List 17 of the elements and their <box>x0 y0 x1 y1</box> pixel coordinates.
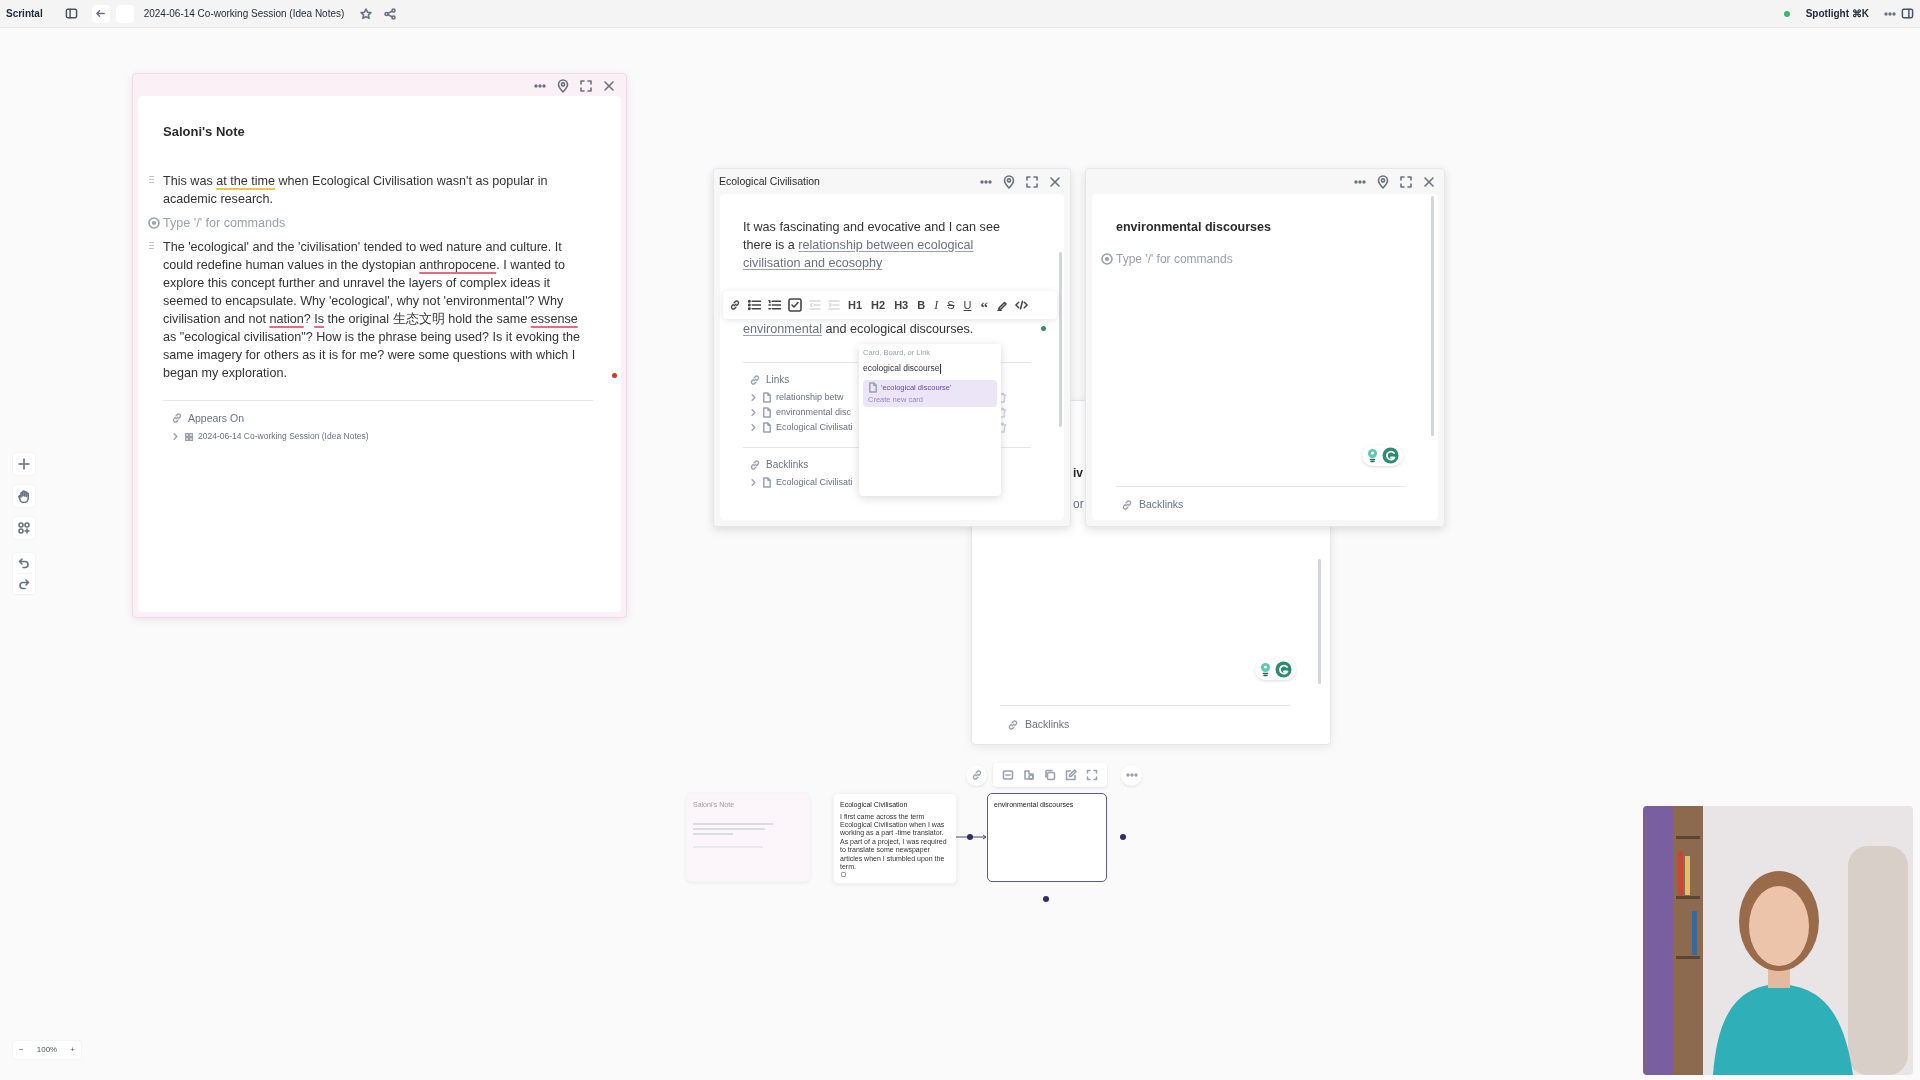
section-heading: Backlinks <box>766 458 809 472</box>
section-heading: Backlinks <box>1139 497 1184 513</box>
note-text: or <box>1073 496 1084 513</box>
note-paragraph: The 'ecological' and the 'civilisation' tended to wed nature and culture. It could redefine human values in the dystopian anthropocene. I wanted to explore this concept further and unravel the layers of complex ideas it seemed to encapsulate. Why 'ecological', why not 'environmental'? Why civilisation and not nation? Is the original 生态文明 hold the same essense as "ecological civilisation"? How is the phrase being used? Is it evoking the same imagery for others as it is for me? were some questions with which I began my exploration. <box>163 238 582 382</box>
board-title: 2024-06-14 Co-working Session (Idea Notes) <box>143 7 345 21</box>
section-heading: Appears On <box>188 410 245 426</box>
card-title: Saloni's Note <box>163 123 246 141</box>
note-paragraph: It was fascinating and evocative and I can see there is a relationship between ecological civilisation and ecosophy <box>743 219 1001 272</box>
card-title: Ecological Civilisation <box>719 173 821 189</box>
section-heading: Links <box>766 373 790 387</box>
note-paragraph: environmental and ecological discourses. <box>743 321 975 338</box>
app-name: Scrintal <box>6 7 43 21</box>
card-title: environmental discourses <box>1116 219 1272 236</box>
zoom-level: 100% <box>36 1044 58 1056</box>
note-paragraph: This was at the time when Ecological Civilisation wasn't as popular in academic research. <box>163 172 549 208</box>
section-heading: Backlinks <box>1025 717 1070 732</box>
card-title: iv <box>1073 465 1083 482</box>
